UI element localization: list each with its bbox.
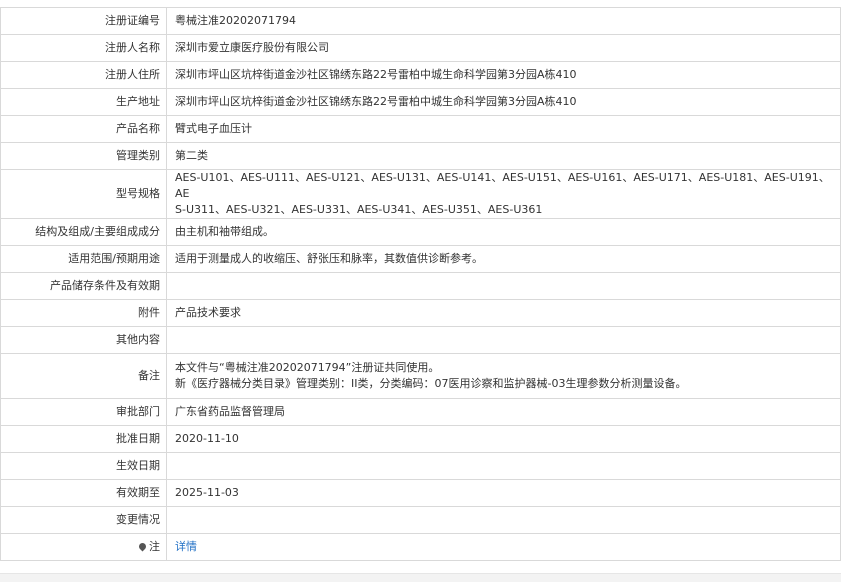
label-model-spec: 型号规格 <box>0 169 167 219</box>
value-storage <box>166 272 841 300</box>
label-production-address: 生产地址 <box>0 88 167 116</box>
value-attachment: 产品技术要求 <box>166 299 841 327</box>
row-management-category: 管理类别 第二类 <box>0 142 841 170</box>
value-effective-date <box>166 452 841 480</box>
registration-detail-table: 注册证编号 粤械注准20202071794 注册人名称 深圳市爱立康医疗股份有限… <box>0 7 841 561</box>
row-remarks: 备注 本文件与“粤械注准20202071794”注册证共同使用。 新《医疗器械分… <box>0 353 841 399</box>
value-registration-number: 粤械注准20202071794 <box>166 7 841 35</box>
value-valid-until: 2025-11-03 <box>166 479 841 507</box>
value-intended-use: 适用于测量成人的收缩压、舒张压和脉率，其数值供诊断参考。 <box>166 245 841 273</box>
value-note: 详情 <box>166 533 841 561</box>
value-management-category: 第二类 <box>166 142 841 170</box>
row-registrant-name: 注册人名称 深圳市爱立康医疗股份有限公司 <box>0 34 841 62</box>
value-model-spec: AES-U101、AES-U111、AES-U121、AES-U131、AES-… <box>166 169 841 219</box>
value-approval-department: 广东省药品监督管理局 <box>166 398 841 426</box>
value-approval-date: 2020-11-10 <box>166 425 841 453</box>
label-note: 注 <box>0 533 167 561</box>
label-registration-number: 注册证编号 <box>0 7 167 35</box>
row-model-spec: 型号规格 AES-U101、AES-U111、AES-U121、AES-U131… <box>0 169 841 219</box>
label-attachment: 附件 <box>0 299 167 327</box>
value-remarks: 本文件与“粤械注准20202071794”注册证共同使用。 新《医疗器械分类目录… <box>166 353 841 399</box>
label-product-name: 产品名称 <box>0 115 167 143</box>
label-approval-department: 审批部门 <box>0 398 167 426</box>
label-effective-date: 生效日期 <box>0 452 167 480</box>
row-storage: 产品储存条件及有效期 <box>0 272 841 300</box>
value-structure: 由主机和袖带组成。 <box>166 218 841 246</box>
label-approval-date: 批准日期 <box>0 425 167 453</box>
label-storage: 产品储存条件及有效期 <box>0 272 167 300</box>
row-attachment: 附件 产品技术要求 <box>0 299 841 327</box>
label-other: 其他内容 <box>0 326 167 354</box>
remarks-line-2: 新《医疗器械分类目录》管理类别：II类，分类编码：07医用诊察和监护器械-03生… <box>175 377 687 390</box>
row-approval-date: 批准日期 2020-11-10 <box>0 425 841 453</box>
value-production-address: 深圳市坪山区坑梓街道金沙社区锦绣东路22号雷柏中城生命科学园第3分园A栋410 <box>166 88 841 116</box>
label-structure: 结构及组成/主要组成成分 <box>0 218 167 246</box>
row-registration-number: 注册证编号 粤械注准20202071794 <box>0 7 841 35</box>
details-link[interactable]: 详情 <box>175 540 197 553</box>
row-production-address: 生产地址 深圳市坪山区坑梓街道金沙社区锦绣东路22号雷柏中城生命科学园第3分园A… <box>0 88 841 116</box>
label-intended-use: 适用范围/预期用途 <box>0 245 167 273</box>
value-registrant-name: 深圳市爱立康医疗股份有限公司 <box>166 34 841 62</box>
row-note: 注 详情 <box>0 533 841 561</box>
row-product-name: 产品名称 臂式电子血压计 <box>0 115 841 143</box>
label-registrant-name: 注册人名称 <box>0 34 167 62</box>
model-spec-line-1: AES-U101、AES-U111、AES-U121、AES-U131、AES-… <box>175 171 830 200</box>
map-pin-icon <box>137 541 148 552</box>
model-spec-line-2: S-U311、AES-U321、AES-U331、AES-U341、AES-U3… <box>175 203 543 216</box>
label-valid-until: 有效期至 <box>0 479 167 507</box>
row-change-history: 变更情况 <box>0 506 841 534</box>
row-structure: 结构及组成/主要组成成分 由主机和袖带组成。 <box>0 218 841 246</box>
value-product-name: 臂式电子血压计 <box>166 115 841 143</box>
label-management-category: 管理类别 <box>0 142 167 170</box>
note-label-text: 注 <box>149 540 160 553</box>
row-other: 其他内容 <box>0 326 841 354</box>
value-other <box>166 326 841 354</box>
label-change-history: 变更情况 <box>0 506 167 534</box>
row-effective-date: 生效日期 <box>0 452 841 480</box>
row-registrant-address: 注册人住所 深圳市坪山区坑梓街道金沙社区锦绣东路22号雷柏中城生命科学园第3分园… <box>0 61 841 89</box>
value-registrant-address: 深圳市坪山区坑梓街道金沙社区锦绣东路22号雷柏中城生命科学园第3分园A栋410 <box>166 61 841 89</box>
label-registrant-address: 注册人住所 <box>0 61 167 89</box>
row-intended-use: 适用范围/预期用途 适用于测量成人的收缩压、舒张压和脉率，其数值供诊断参考。 <box>0 245 841 273</box>
row-approval-department: 审批部门 广东省药品监督管理局 <box>0 398 841 426</box>
row-valid-until: 有效期至 2025-11-03 <box>0 479 841 507</box>
remarks-line-1: 本文件与“粤械注准20202071794”注册证共同使用。 <box>175 361 440 374</box>
label-remarks: 备注 <box>0 353 167 399</box>
value-change-history <box>166 506 841 534</box>
